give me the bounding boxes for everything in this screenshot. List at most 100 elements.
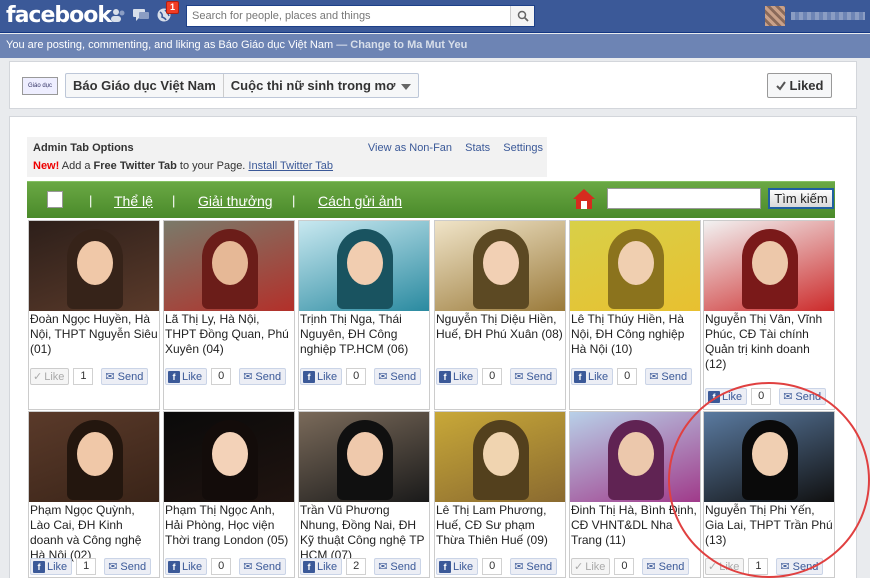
facebook-f-icon: f [168, 370, 180, 383]
send-icon: ✉ [783, 391, 793, 403]
admin-title: Admin Tab Options [33, 142, 134, 154]
photo-face [618, 432, 654, 476]
settings-link[interactable]: Settings [503, 142, 543, 154]
contestant-caption[interactable]: Đinh Thị Hà, Bình Định, CĐ VHNT&DL Nha T… [570, 502, 700, 549]
contestant-card[interactable]: Nguyễn Thị Vân, Vĩnh Phúc, CĐ Tài chính … [703, 220, 835, 410]
liked-button[interactable]: Liked [767, 73, 832, 98]
like-button[interactable]: f Like [300, 558, 343, 575]
contestant-card[interactable]: Trịnh Thị Nga, Thái Nguyên, ĐH Công nghi… [298, 220, 430, 410]
contestant-photo[interactable] [570, 412, 700, 502]
stats-link[interactable]: Stats [465, 142, 490, 154]
contestant-card[interactable]: Lê Thị Lam Phương, Huế, CĐ Sư phạm Thừa … [434, 411, 566, 578]
change-identity-link[interactable]: Change to Ma Mut Yeu [350, 39, 467, 51]
user-avatar[interactable] [765, 6, 785, 26]
send-button[interactable]: ✉ Send [776, 558, 824, 575]
page-logo[interactable]: Giáo dục [22, 77, 58, 95]
contestant-card[interactable]: Nguyễn Thị Phi Yến, Gia Lai, THPT Trần P… [703, 411, 835, 578]
contestant-card[interactable]: Lê Thị Thúy Hiền, Hà Nội, ĐH Công nghiệp… [569, 220, 701, 410]
contestant-card[interactable]: Đoàn Ngọc Huyền, Hà Nội, THPT Nguyễn Siê… [28, 220, 160, 410]
like-button[interactable]: f Like [705, 388, 748, 405]
contestant-photo[interactable] [299, 221, 429, 311]
contestant-photo[interactable] [299, 412, 429, 502]
contestant-card[interactable]: Phạm Ngọc Quỳnh, Lào Cai, ĐH Kinh doanh … [28, 411, 160, 578]
send-button[interactable]: ✉ Send [642, 558, 690, 575]
contestant-caption[interactable]: Phạm Ngọc Quỳnh, Lào Cai, ĐH Kinh doanh … [29, 502, 159, 564]
like-button[interactable]: f Like [436, 368, 479, 385]
home-icon[interactable] [572, 188, 596, 210]
checkmark-icon [775, 80, 786, 91]
contestant-photo[interactable] [435, 412, 565, 502]
send-button[interactable]: ✉ Send [239, 368, 287, 385]
friend-requests-icon[interactable] [110, 8, 126, 22]
like-button[interactable]: f Like [165, 368, 208, 385]
nav-separator: | [172, 193, 176, 208]
contestant-photo[interactable] [570, 221, 700, 311]
view-as-non-fan-link[interactable]: View as Non-Fan [368, 142, 452, 154]
install-twitter-tab-link[interactable]: Install Twitter Tab [248, 160, 333, 172]
send-button[interactable]: ✉ Send [104, 558, 152, 575]
contestant-card[interactable]: Đinh Thị Hà, Bình Định, CĐ VHNT&DL Nha T… [569, 411, 701, 578]
send-button[interactable]: ✉ Send [374, 368, 422, 385]
contestant-photo[interactable] [704, 221, 834, 311]
contestant-photo[interactable] [29, 412, 159, 502]
facebook-logo[interactable]: facebook [6, 3, 112, 28]
contest-search-button[interactable]: Tìm kiếm [768, 188, 834, 209]
contestant-card[interactable]: Trần Vũ Phương Nhung, Đồng Nai, ĐH Kỹ th… [298, 411, 430, 578]
user-name-blurred[interactable] [791, 12, 865, 20]
contest-search-input[interactable] [608, 189, 760, 208]
contestant-caption[interactable]: Lê Thị Thúy Hiền, Hà Nội, ĐH Công nghiệp… [570, 311, 700, 358]
like-button[interactable]: f Like [571, 368, 614, 385]
nav-submit-photo-link[interactable]: Cách gửi ảnh [318, 193, 402, 209]
nav-prizes-link[interactable]: Giải thưởng [198, 193, 273, 209]
like-button[interactable]: ✓ Like [30, 368, 70, 385]
contestant-caption[interactable]: Trần Vũ Phương Nhung, Đồng Nai, ĐH Kỹ th… [299, 502, 429, 564]
like-count: 1 [73, 368, 94, 385]
photo-face [752, 241, 788, 285]
contestant-caption[interactable]: Trịnh Thị Nga, Thái Nguyên, ĐH Công nghi… [299, 311, 429, 358]
contestant-caption[interactable]: Lã Thị Ly, Hà Nội, THPT Đồng Quan, Phú X… [164, 311, 294, 358]
contestant-caption[interactable]: Lê Thị Lam Phương, Huế, CĐ Sư phạm Thừa … [435, 502, 565, 549]
contestant-photo[interactable] [164, 221, 294, 311]
like-button[interactable]: f Like [300, 368, 343, 385]
contestant-card[interactable]: Lã Thị Ly, Hà Nội, THPT Đồng Quan, Phú X… [163, 220, 295, 410]
contestant-photo[interactable] [29, 221, 159, 311]
contestant-caption[interactable]: Nguyễn Thị Phi Yến, Gia Lai, THPT Trần P… [704, 502, 834, 549]
thumbs-up-icon: ✓ [33, 371, 43, 383]
contestant-caption[interactable]: Phạm Thị Ngọc Anh, Hải Phòng, Học viện T… [164, 502, 294, 549]
nav-rules-link[interactable]: Thể lệ [114, 193, 153, 209]
share-actions: ✓ Like 1 ✉ Send [30, 368, 149, 385]
top-search-input[interactable] [187, 6, 507, 26]
contestant-photo[interactable] [435, 221, 565, 311]
contestant-photo[interactable] [704, 412, 834, 502]
send-button[interactable]: ✉ Send [101, 368, 149, 385]
send-button[interactable]: ✉ Send [374, 558, 422, 575]
page-header: Giáo dục Báo Giáo dục Việt Nam Cuộc thi … [9, 61, 857, 109]
contestant-caption[interactable]: Đoàn Ngọc Huyền, Hà Nội, THPT Nguyễn Siê… [29, 311, 159, 358]
like-button[interactable]: f Like [30, 558, 73, 575]
contestant-card[interactable]: Phạm Thị Ngọc Anh, Hải Phòng, Học viện T… [163, 411, 295, 578]
like-button[interactable]: f Like [436, 558, 479, 575]
contestant-caption[interactable]: Nguyễn Thị Vân, Vĩnh Phúc, CĐ Tài chính … [704, 311, 834, 373]
page-name-link[interactable]: Báo Giáo dục Việt Nam [66, 74, 223, 97]
tab-selector[interactable]: Cuộc thi nữ sinh trong mơ [222, 74, 419, 97]
photo-face [212, 241, 248, 285]
send-button[interactable]: ✉ Send [510, 558, 558, 575]
like-button[interactable]: ✓ Like [705, 558, 745, 575]
search-icon[interactable] [510, 6, 534, 26]
send-label: Send [390, 370, 417, 383]
messages-icon[interactable] [133, 8, 149, 22]
facebook-f-icon: f [439, 560, 451, 573]
like-button[interactable]: f Like [165, 558, 208, 575]
contestant-card[interactable]: Nguyễn Thị Diệu Hiền, Huế, ĐH Phú Xuân (… [434, 220, 566, 410]
admin-links: View as Non-Fan Stats Settings [358, 142, 543, 154]
contestant-caption[interactable]: Nguyễn Thị Diệu Hiền, Huế, ĐH Phú Xuân (… [435, 311, 565, 343]
like-button[interactable]: ✓ Like [571, 558, 611, 575]
share-actions: f Like 0 ✉ Send [571, 368, 693, 385]
send-button[interactable]: ✉ Send [239, 558, 287, 575]
send-button[interactable]: ✉ Send [779, 388, 827, 405]
contestant-photo[interactable] [164, 412, 294, 502]
send-button[interactable]: ✉ Send [510, 368, 558, 385]
photo-face [618, 241, 654, 285]
send-button[interactable]: ✉ Send [645, 368, 693, 385]
send-icon: ✉ [649, 371, 659, 383]
